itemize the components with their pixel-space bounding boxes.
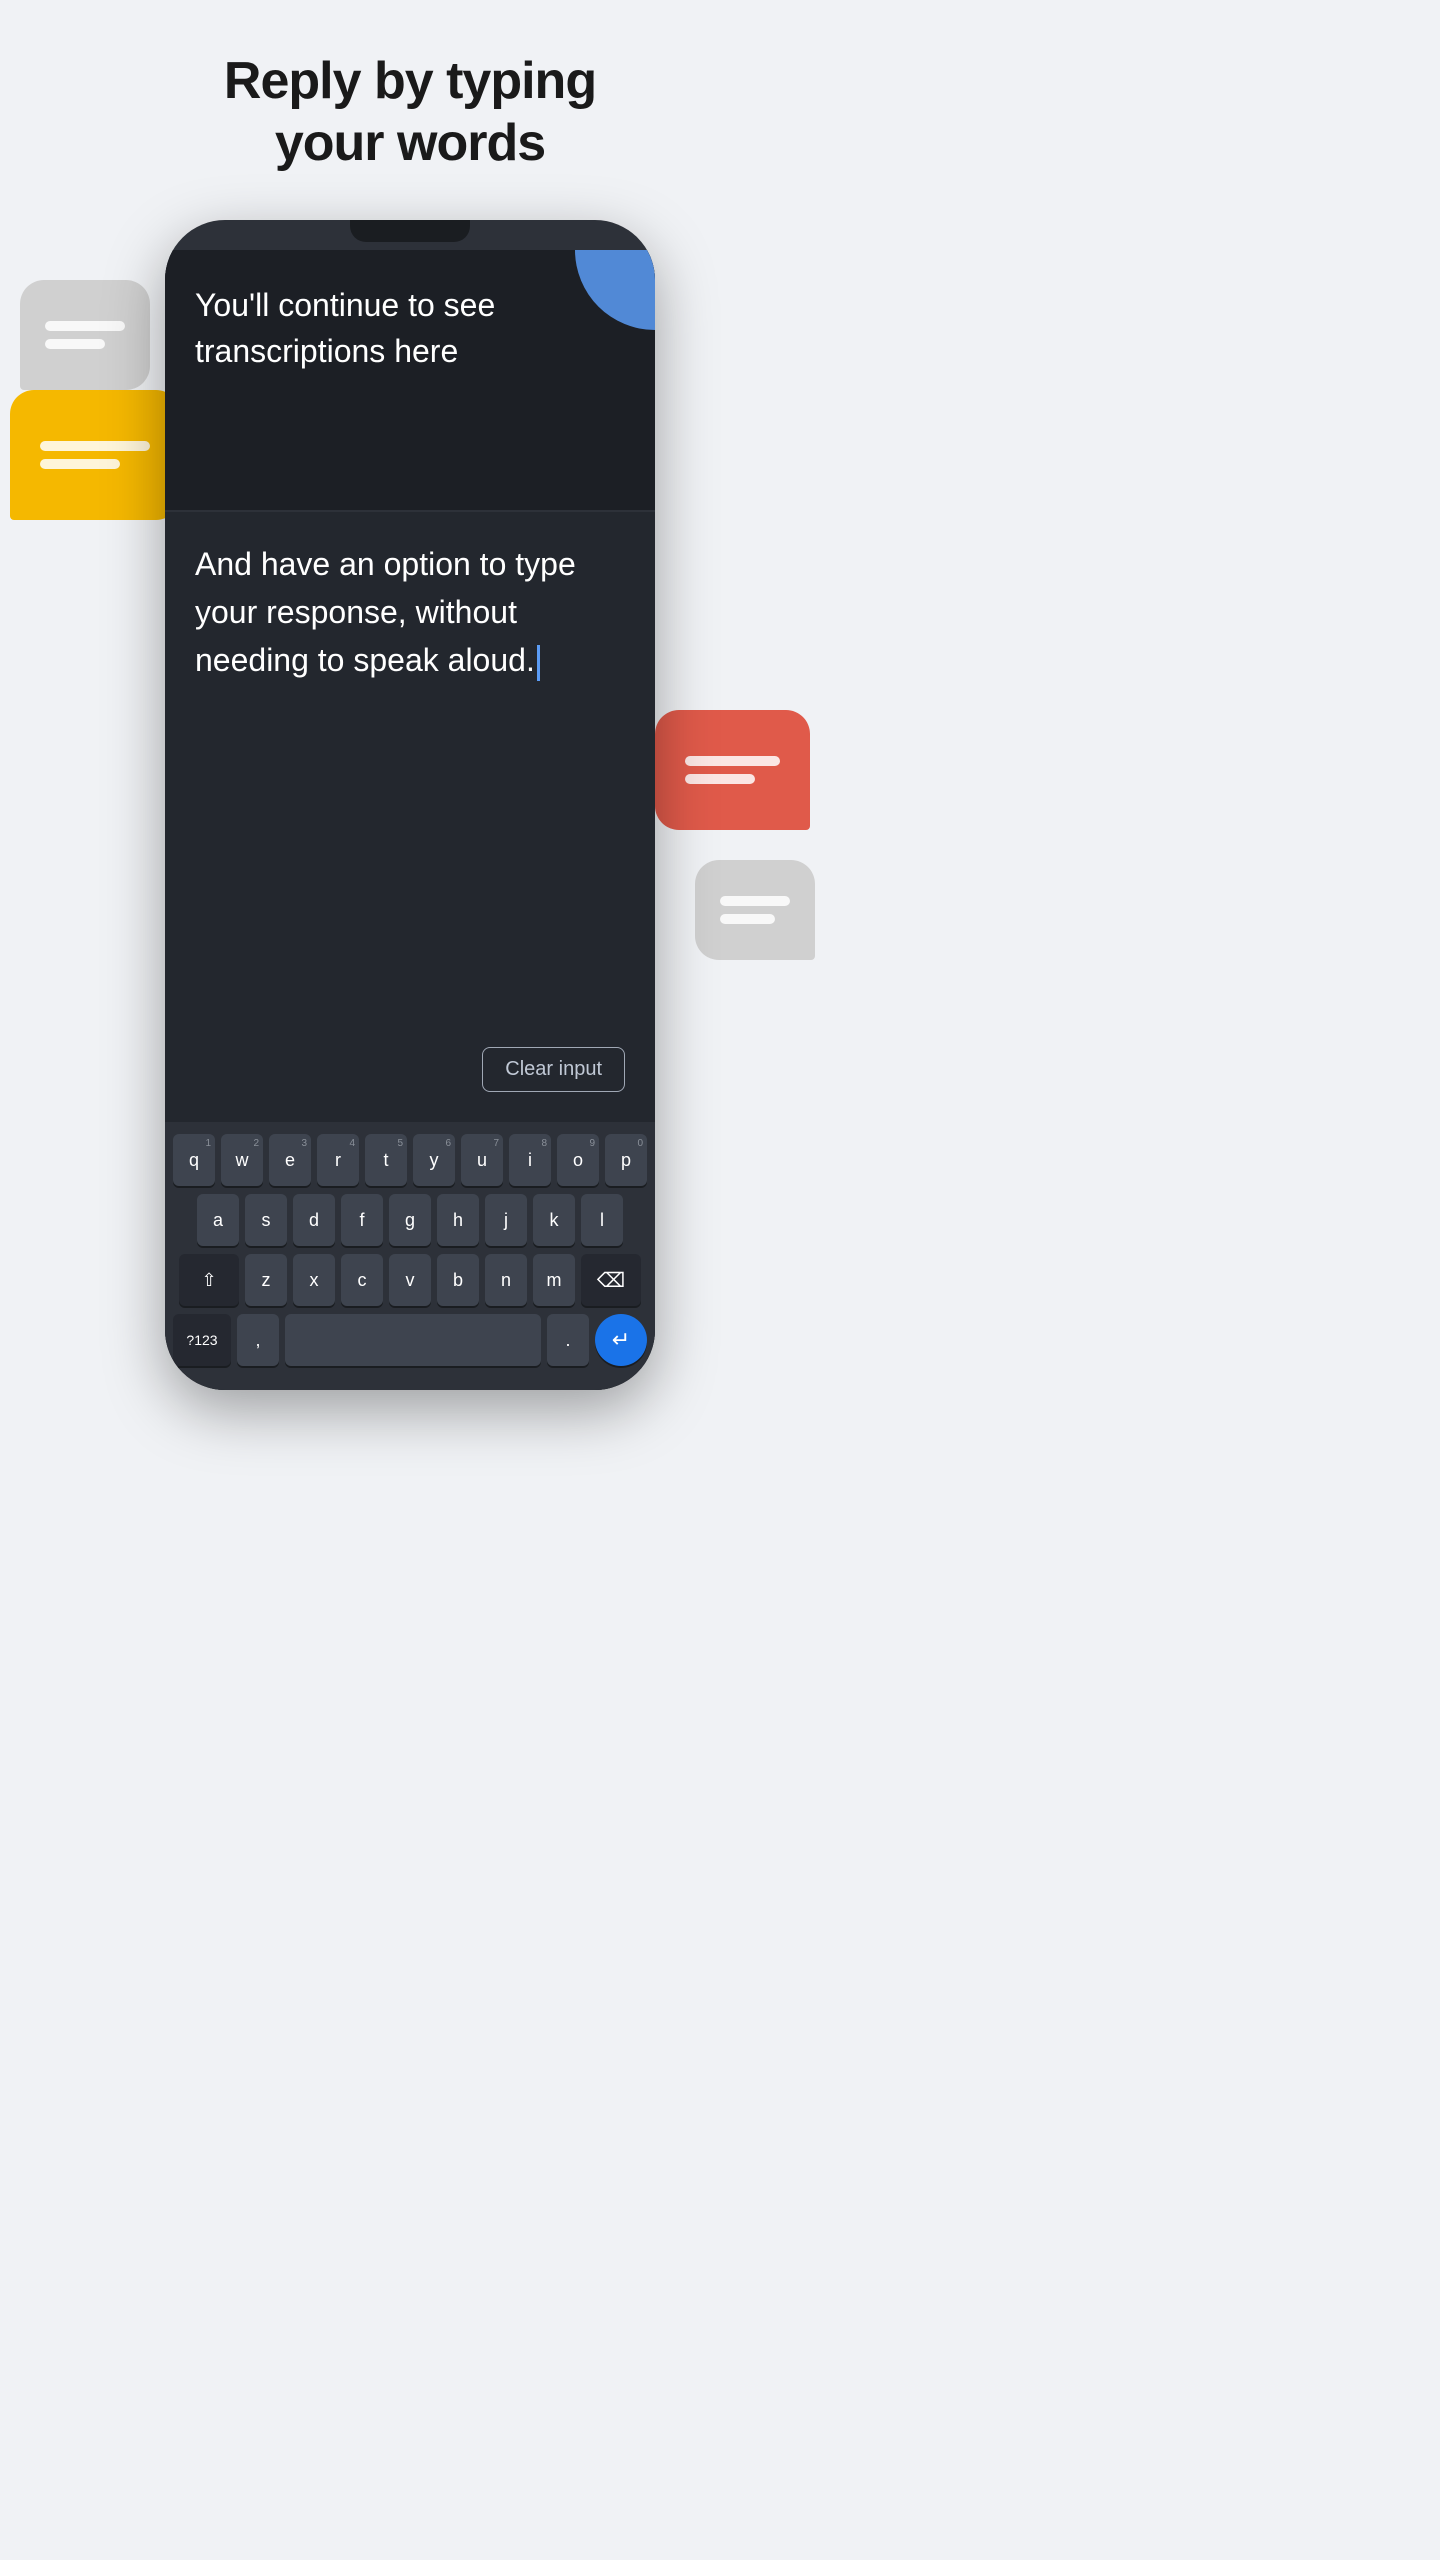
bubble-gray-top	[20, 280, 150, 390]
clear-input-button[interactable]: Clear input	[482, 1047, 625, 1092]
key-g[interactable]: g	[389, 1194, 431, 1246]
bubble-gray-bottom-right	[695, 860, 815, 960]
keyboard-row-1: 1q 2w 3e 4r 5t 6y 7u 8i 9o 0p	[173, 1134, 647, 1186]
key-v[interactable]: v	[389, 1254, 431, 1306]
key-q[interactable]: 1q	[173, 1134, 215, 1186]
key-u[interactable]: 7u	[461, 1134, 503, 1186]
key-r[interactable]: 4r	[317, 1134, 359, 1186]
key-space[interactable]	[285, 1314, 541, 1366]
keyboard: 1q 2w 3e 4r 5t 6y 7u 8i 9o 0p a s d f g …	[165, 1122, 655, 1390]
key-period[interactable]: .	[547, 1314, 589, 1366]
bubble-yellow	[10, 390, 180, 520]
keyboard-row-4: ?123 , . ↵	[173, 1314, 647, 1366]
key-o[interactable]: 9o	[557, 1134, 599, 1186]
key-i[interactable]: 8i	[509, 1134, 551, 1186]
typing-area[interactable]: And have an option to type your response…	[165, 512, 655, 1122]
key-c[interactable]: c	[341, 1254, 383, 1306]
transcription-area: You'll continue to see transcriptions he…	[165, 250, 655, 510]
key-f[interactable]: f	[341, 1194, 383, 1246]
key-p[interactable]: 0p	[605, 1134, 647, 1186]
key-a[interactable]: a	[197, 1194, 239, 1246]
key-b[interactable]: b	[437, 1254, 479, 1306]
key-backspace[interactable]: ⌫	[581, 1254, 641, 1306]
key-m[interactable]: m	[533, 1254, 575, 1306]
keyboard-row-3: ⇧ z x c v b n m ⌫	[173, 1254, 647, 1306]
phone-screen: You'll continue to see transcriptions he…	[165, 250, 655, 1390]
key-return[interactable]: ↵	[595, 1314, 647, 1366]
transcription-text: You'll continue to see transcriptions he…	[195, 282, 625, 375]
key-shift[interactable]: ⇧	[179, 1254, 239, 1306]
typing-text: And have an option to type your response…	[195, 540, 625, 1047]
text-cursor	[537, 645, 540, 681]
key-comma[interactable]: ,	[237, 1314, 279, 1366]
key-e[interactable]: 3e	[269, 1134, 311, 1186]
keyboard-row-2: a s d f g h j k l	[173, 1194, 647, 1246]
phone-device: You'll continue to see transcriptions he…	[165, 220, 655, 1390]
key-s[interactable]: s	[245, 1194, 287, 1246]
page-title: Reply by typing your words	[0, 0, 820, 175]
key-j[interactable]: j	[485, 1194, 527, 1246]
key-l[interactable]: l	[581, 1194, 623, 1246]
key-w[interactable]: 2w	[221, 1134, 263, 1186]
key-z[interactable]: z	[245, 1254, 287, 1306]
key-y[interactable]: 6y	[413, 1134, 455, 1186]
key-t[interactable]: 5t	[365, 1134, 407, 1186]
key-num-switch[interactable]: ?123	[173, 1314, 231, 1366]
key-h[interactable]: h	[437, 1194, 479, 1246]
key-x[interactable]: x	[293, 1254, 335, 1306]
phone-notch	[350, 220, 470, 242]
key-k[interactable]: k	[533, 1194, 575, 1246]
key-d[interactable]: d	[293, 1194, 335, 1246]
bubble-red	[655, 710, 810, 830]
key-n[interactable]: n	[485, 1254, 527, 1306]
